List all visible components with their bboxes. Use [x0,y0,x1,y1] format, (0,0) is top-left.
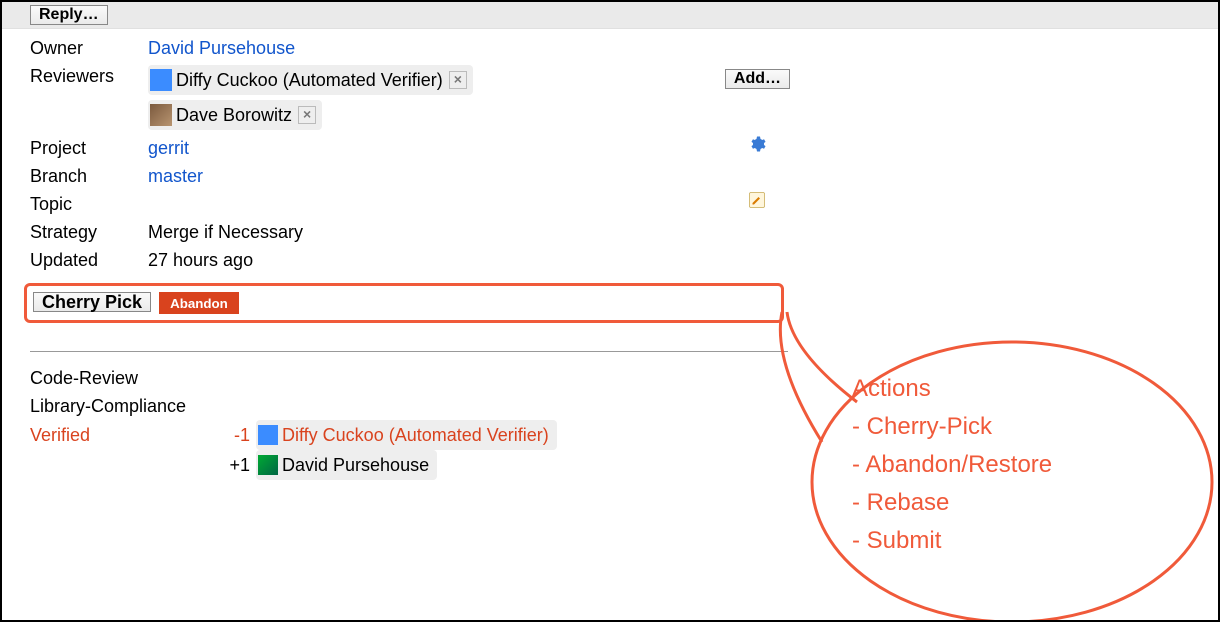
cherry-pick-button[interactable]: Cherry Pick [33,292,151,312]
annotation-item: - Rebase [852,484,1052,522]
branch-label: Branch [30,163,140,189]
divider [30,351,788,352]
remove-reviewer-icon[interactable]: × [449,71,467,89]
reviewer-name: Dave Borowitz [176,102,292,128]
library-compliance-label: Library-Compliance [30,392,220,420]
voter-name: Diffy Cuckoo (Automated Verifier) [282,421,549,449]
annotation-title: Actions [852,370,1052,408]
avatar-icon [150,69,172,91]
remove-reviewer-icon[interactable]: × [298,106,316,124]
app-window: Reply… Owner David Pursehouse Reviewers … [0,0,1220,622]
actions-row: Cherry Pick Abandon [24,283,784,323]
change-info-grid: Owner David Pursehouse Reviewers Diffy C… [2,29,818,273]
annotation-text: Actions - Cherry-Pick - Abandon/Restore … [852,370,1052,560]
vote-chip[interactable]: David Pursehouse [256,450,437,480]
avatar-icon [258,455,278,475]
vote-score: +1 [220,451,250,479]
annotation-item: - Abandon/Restore [852,446,1052,484]
annotation-item: - Cherry-Pick [852,408,1052,446]
avatar-icon [258,425,278,445]
topic-label: Topic [30,191,140,217]
edit-icon[interactable] [748,191,766,214]
strategy-label: Strategy [30,219,140,245]
vote-score: -1 [220,421,250,449]
add-reviewer-button[interactable]: Add… [725,69,790,89]
reviewers-list: Diffy Cuckoo (Automated Verifier)×Dave B… [148,63,717,133]
code-review-label: Code-Review [30,364,220,392]
reviewer-chip[interactable]: Diffy Cuckoo (Automated Verifier) × [148,65,473,95]
owner-link[interactable]: David Pursehouse [148,38,295,58]
reviewer-name: Diffy Cuckoo (Automated Verifier) [176,67,443,93]
project-link[interactable]: gerrit [148,138,189,158]
abandon-button[interactable]: Abandon [159,292,239,314]
avatar-icon [150,104,172,126]
branch-link[interactable]: master [148,166,203,186]
reviewer-chip[interactable]: Dave Borowitz × [148,100,322,130]
topbar: Reply… [2,2,1218,29]
verified-label: Verified [30,421,220,449]
owner-label: Owner [30,35,140,61]
project-label: Project [30,135,140,161]
updated-label: Updated [30,247,140,273]
reviewers-label: Reviewers [30,63,140,89]
voter-name: David Pursehouse [282,451,429,479]
gear-icon[interactable] [748,137,766,157]
annotation-item: - Submit [852,522,1052,560]
updated-value: 27 hours ago [148,247,717,273]
reply-button[interactable]: Reply… [30,5,108,25]
strategy-value: Merge if Necessary [148,219,717,245]
vote-chip[interactable]: Diffy Cuckoo (Automated Verifier) [256,420,557,450]
